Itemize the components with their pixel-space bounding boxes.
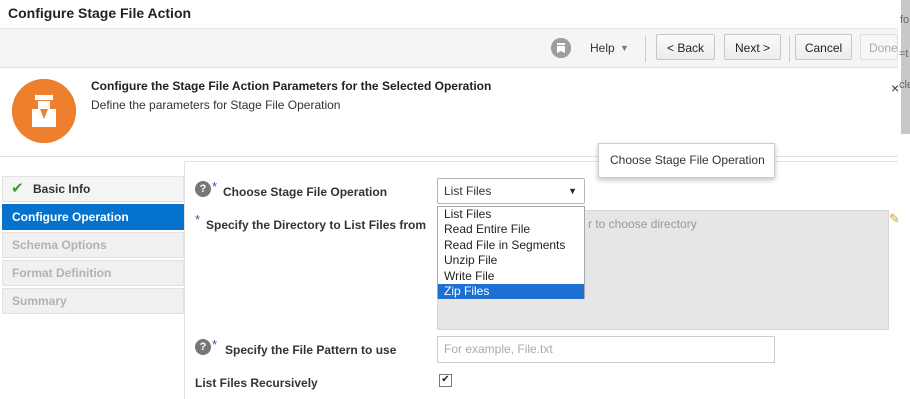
step-format-definition[interactable]: Format Definition: [2, 260, 184, 286]
step-schema-options[interactable]: Schema Options: [2, 232, 184, 258]
header-title: Configure the Stage File Action Paramete…: [91, 79, 492, 93]
cancel-button[interactable]: Cancel: [795, 34, 852, 60]
dropdown-option[interactable]: Write File: [438, 269, 584, 284]
background-text: =t: [899, 48, 909, 60]
step-label: Schema Options: [12, 238, 107, 252]
next-button[interactable]: Next >: [724, 34, 781, 60]
operation-dropdown-list: List Files Read Entire File Read File in…: [437, 206, 585, 300]
operation-select[interactable]: List Files ▼: [437, 178, 585, 204]
close-icon[interactable]: ×: [891, 80, 899, 96]
wizard-steps-nav: ✔ Basic Info Configure Operation Schema …: [2, 176, 184, 316]
field-help-icon[interactable]: ?: [195, 339, 211, 355]
step-label: Basic Info: [33, 182, 91, 196]
step-label: Configure Operation: [12, 210, 129, 224]
step-label: Format Definition: [12, 266, 112, 280]
dropdown-option[interactable]: Read File in Segments: [438, 238, 584, 253]
recursive-checkbox[interactable]: ✔: [439, 374, 452, 387]
required-marker: *: [212, 179, 218, 194]
required-marker: *: [195, 212, 201, 227]
operation-label: Choose Stage File Operation: [223, 185, 388, 199]
background-text: cle: [899, 79, 910, 91]
pattern-label: Specify the File Pattern to use: [225, 343, 397, 357]
directory-label: Specify the Directory to List Files from: [206, 218, 427, 232]
required-marker: *: [212, 337, 218, 352]
stage-file-icon: [12, 79, 76, 143]
operation-select-value: List Files: [444, 184, 492, 198]
wizard-help-icon[interactable]: [551, 38, 571, 58]
step-configure-operation[interactable]: Configure Operation: [2, 204, 184, 230]
done-button[interactable]: Done: [860, 34, 898, 60]
window-title: Configure Stage File Action: [8, 5, 192, 21]
header-subtitle: Define the parameters for Stage File Ope…: [91, 98, 341, 112]
help-menu-button[interactable]: Help: [590, 41, 615, 55]
directory-placeholder: r to choose directory: [588, 217, 697, 231]
step-summary[interactable]: Summary: [2, 288, 184, 314]
operation-tooltip: Choose Stage File Operation: [598, 143, 775, 178]
step-basic-info[interactable]: ✔ Basic Info: [2, 176, 184, 202]
background-text: fo: [900, 14, 910, 26]
back-button[interactable]: < Back: [656, 34, 715, 60]
step-label: Summary: [12, 294, 67, 308]
field-help-icon[interactable]: ?: [195, 181, 211, 197]
file-pattern-input[interactable]: For example, File.txt: [437, 336, 775, 363]
recursive-label: List Files Recursively: [195, 376, 318, 390]
checkmark-icon: ✔: [11, 180, 24, 197]
toolbar-separator: [789, 36, 790, 62]
dropdown-option[interactable]: Read Entire File: [438, 222, 584, 237]
chevron-down-icon[interactable]: ▼: [568, 179, 577, 203]
toolbar-separator: [645, 36, 646, 62]
help-menu-chevron-down-icon[interactable]: ▼: [620, 43, 629, 53]
dropdown-option[interactable]: Unzip File: [438, 253, 584, 268]
dropdown-option-highlighted[interactable]: Zip Files: [438, 283, 584, 300]
dropdown-option[interactable]: List Files: [438, 207, 584, 222]
